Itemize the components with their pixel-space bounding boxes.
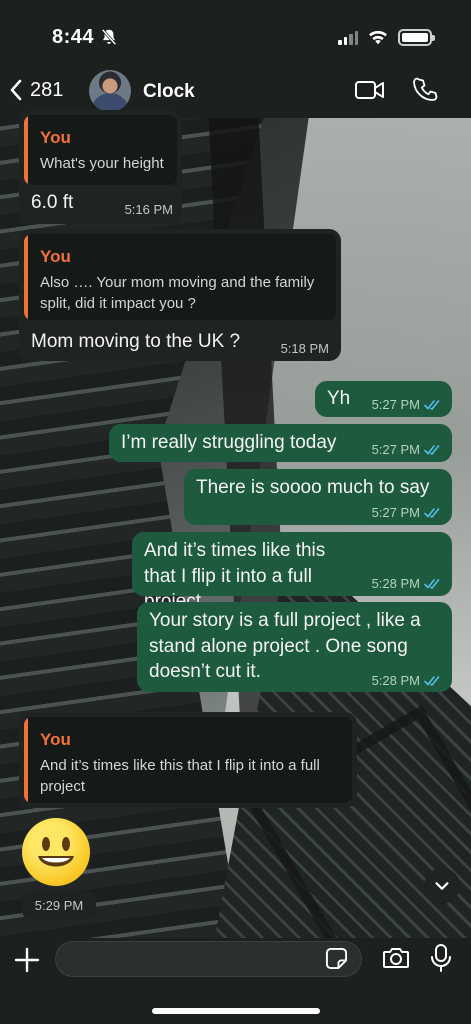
chevron-left-icon [10, 79, 22, 101]
outgoing-message[interactable]: Your story is a full project , like a st… [137, 602, 452, 692]
outgoing-message[interactable]: I’m really struggling today 5:27 PM [109, 424, 452, 462]
plus-icon[interactable] [14, 947, 40, 973]
chevron-down-icon [435, 882, 449, 890]
contact-name[interactable]: Clock [143, 81, 195, 103]
message-text: Yh [327, 388, 351, 409]
reply-quote[interactable]: You What's your height [24, 115, 177, 185]
reply-accent-bar [24, 115, 28, 185]
reply-text: Also …. Your mom moving and the family s… [40, 274, 315, 313]
message-time: 5:16 PM [124, 202, 173, 217]
message-time: 5:18 PM [280, 341, 329, 356]
message-time: 5:29 PM [22, 891, 96, 919]
home-indicator[interactable] [152, 1008, 320, 1014]
chat-screen: 8:44 281 Clock You What's your height 6.… [0, 0, 471, 1024]
back-button[interactable]: 281 [8, 78, 63, 102]
reply-accent-bar [24, 234, 28, 320]
outgoing-message[interactable]: And it’s times like this that I flip it … [132, 532, 452, 612]
message-text: 6.0 ft [31, 192, 74, 213]
reply-quote[interactable]: You And it’s times like this that I flip… [24, 717, 352, 803]
unread-count: 281 [30, 78, 64, 101]
status-time: 8:44 [52, 26, 95, 48]
incoming-message[interactable]: You What's your height 6.0 ft 5:16 PM [19, 110, 182, 224]
wifi-icon [369, 30, 387, 45]
read-receipt-icon [424, 507, 440, 518]
read-receipt-icon [424, 444, 440, 455]
message-text: I’m really struggling today [121, 432, 337, 453]
reply-author: You [40, 730, 71, 749]
message-time: 5:27 PM [372, 504, 442, 522]
reply-author: You [40, 128, 71, 147]
read-receipt-icon [424, 399, 440, 410]
status-bar: 8:44 [0, 0, 471, 62]
sticker-icon[interactable] [325, 947, 348, 970]
phone-call-icon[interactable] [413, 77, 439, 103]
message-input[interactable] [55, 941, 362, 977]
reply-text: What's your height [40, 155, 164, 172]
outgoing-message[interactable]: There is soooo much to say 5:27 PM [184, 469, 452, 525]
reply-text: And it’s times like this that I flip it … [40, 757, 320, 796]
battery-icon [398, 29, 435, 46]
incoming-message[interactable]: You And it’s times like this that I flip… [19, 712, 357, 808]
message-text: There is soooo much to say [196, 477, 430, 498]
read-receipt-icon [424, 675, 440, 686]
incoming-message[interactable]: You Also …. Your mom moving and the fami… [19, 229, 341, 361]
smiley-emoji-icon[interactable] [22, 818, 90, 886]
video-call-icon[interactable] [354, 78, 386, 102]
message-time: 5:28 PM [372, 672, 442, 690]
outgoing-message[interactable]: Yh 5:27 PM [315, 381, 452, 417]
bell-muted-icon [101, 28, 117, 46]
contact-avatar[interactable] [89, 70, 131, 112]
read-receipt-icon [424, 578, 440, 589]
reply-quote[interactable]: You Also …. Your mom moving and the fami… [24, 234, 336, 320]
reply-accent-bar [24, 717, 28, 803]
reply-author: You [40, 247, 71, 266]
message-time: 5:27 PM [372, 441, 442, 459]
message-time: 5:27 PM [372, 396, 442, 414]
message-time: 5:28 PM [372, 575, 442, 593]
microphone-icon[interactable] [431, 944, 451, 972]
camera-icon[interactable] [382, 946, 410, 970]
message-text: Mom moving to the UK ? [31, 331, 241, 352]
cellular-signal-icon [338, 31, 358, 45]
scroll-to-bottom-button[interactable] [424, 868, 460, 904]
